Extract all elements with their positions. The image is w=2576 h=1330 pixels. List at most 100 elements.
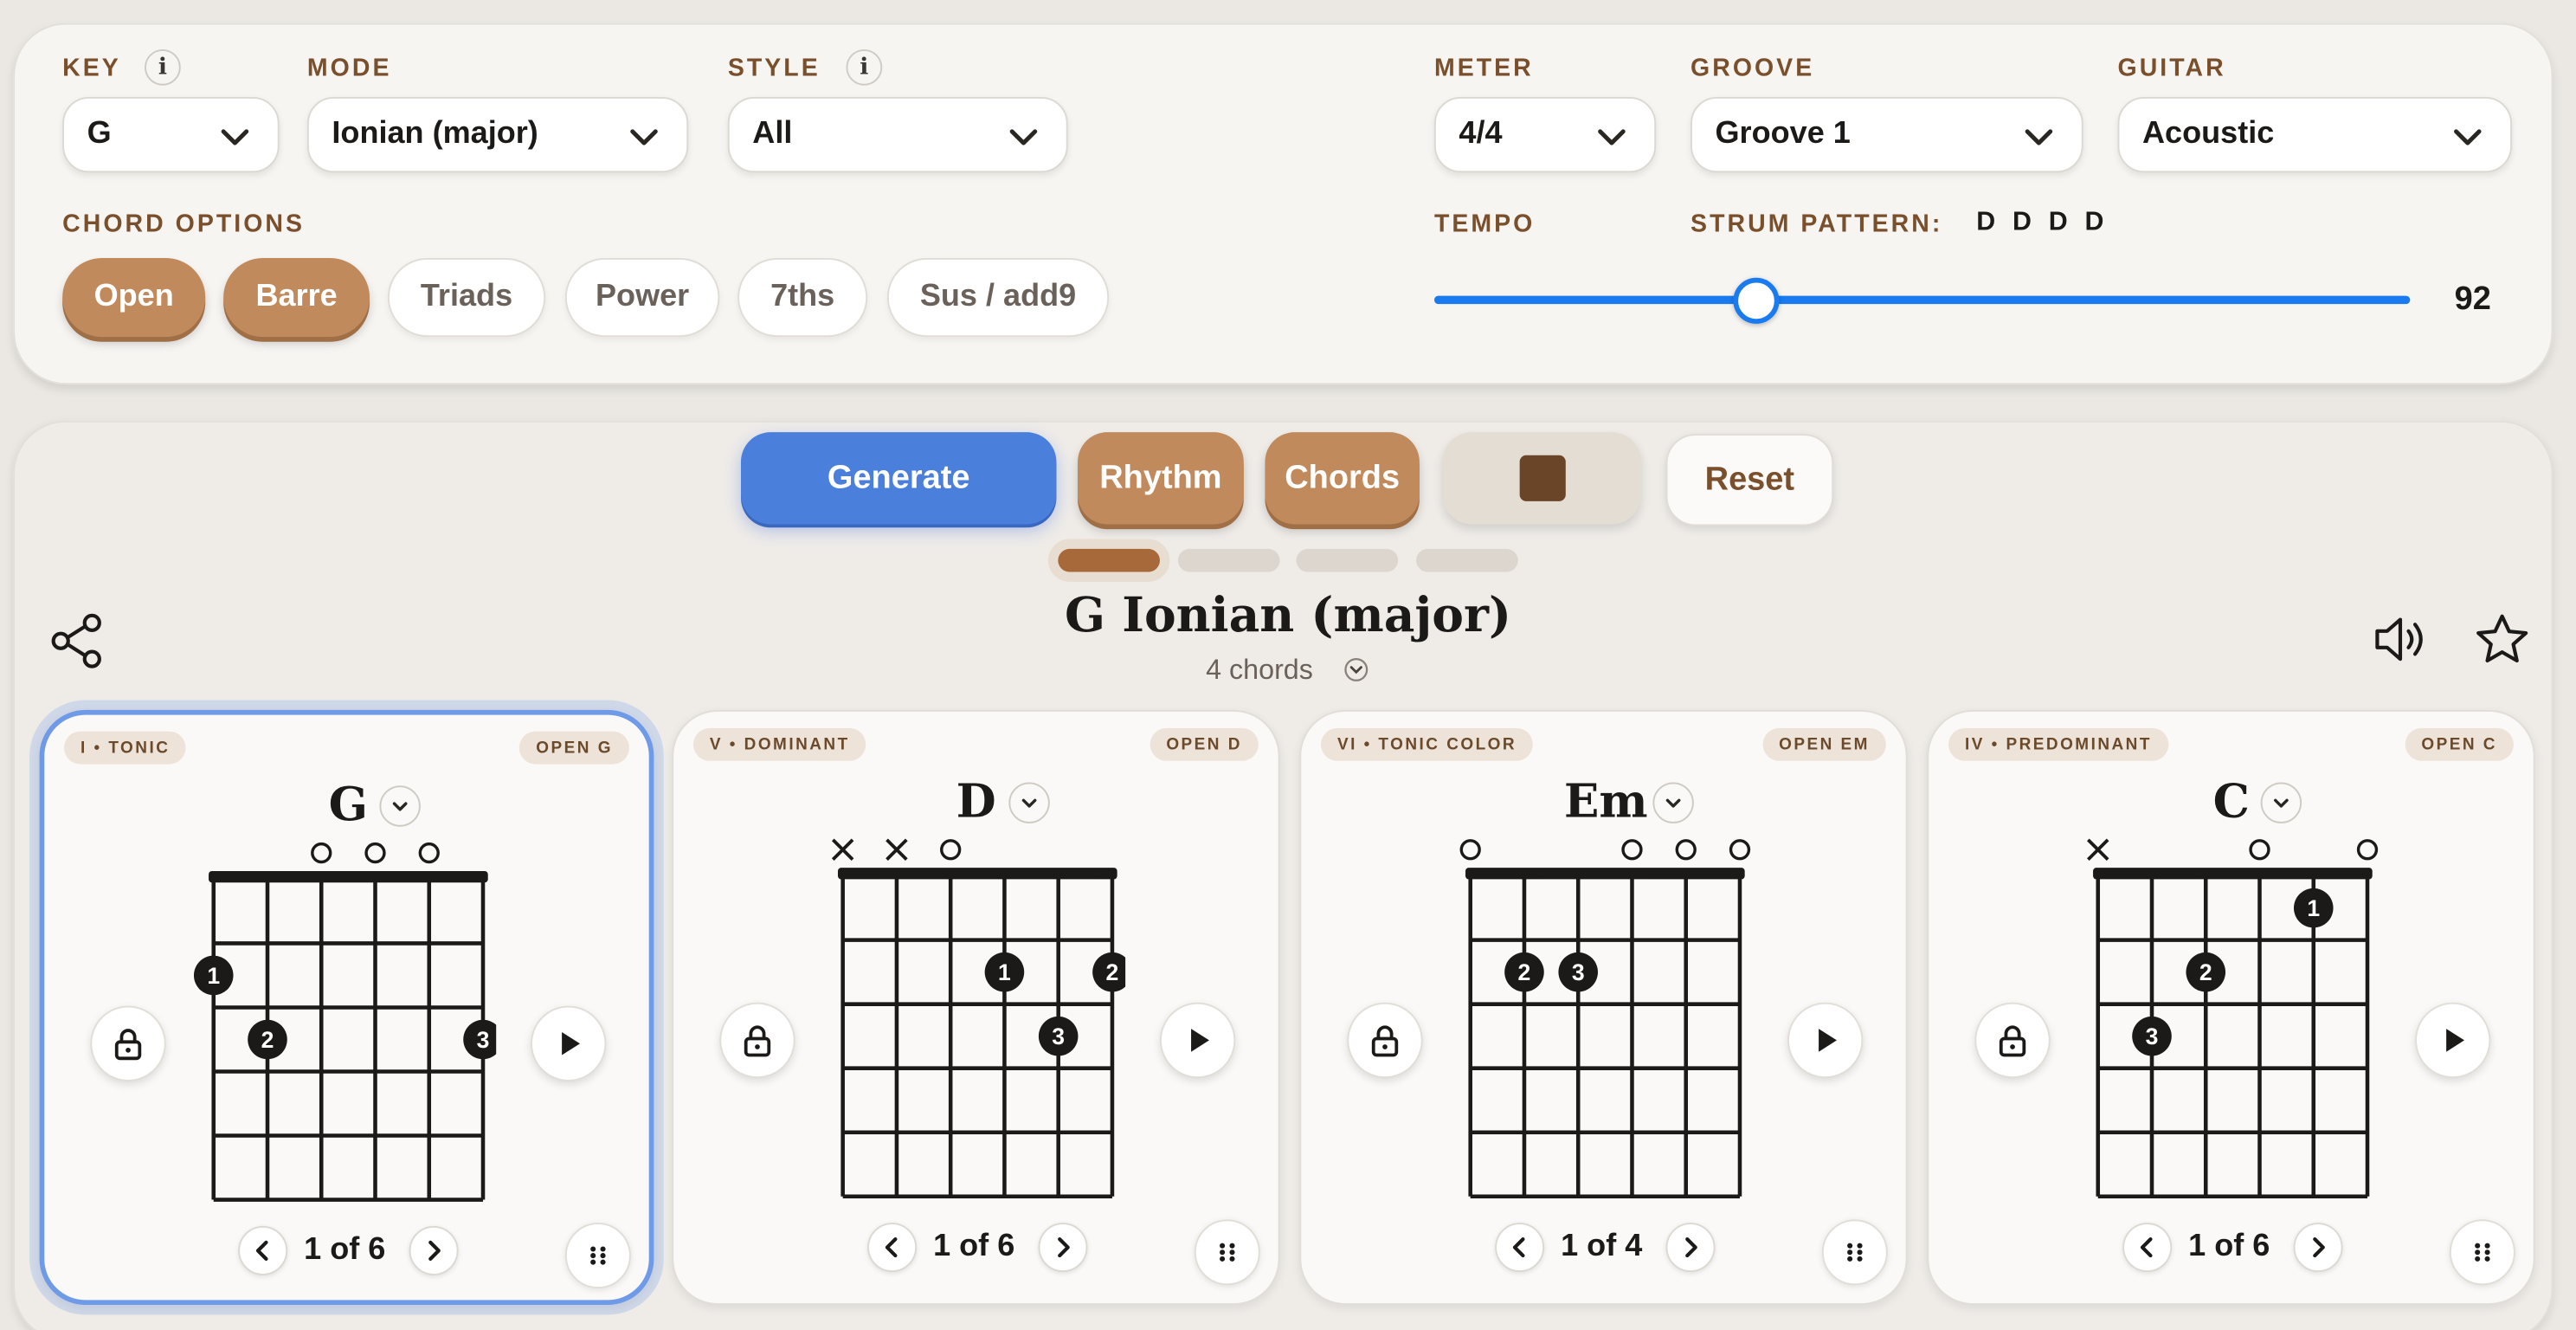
- chord-menu-button[interactable]: [1008, 782, 1050, 823]
- chord-voicing-tag: OPEN D: [1150, 727, 1259, 761]
- chord-card[interactable]: V • DOMINANT OPEN D D 1 2 3 1 of 6: [672, 709, 1280, 1306]
- play-button[interactable]: [1787, 1002, 1864, 1079]
- muted-string-marker: [886, 838, 908, 861]
- chords-button[interactable]: Chords: [1265, 432, 1420, 525]
- chevron-right-icon: [428, 1240, 441, 1261]
- style-info-icon[interactable]: i: [846, 48, 883, 86]
- chord-menu-button[interactable]: [1652, 782, 1694, 823]
- pager-dot[interactable]: [1416, 548, 1518, 572]
- reset-button[interactable]: Reset: [1665, 434, 1834, 526]
- next-voicing-button[interactable]: [1665, 1223, 1716, 1273]
- open-string-marker: [418, 842, 440, 864]
- finger-number: 3: [1052, 1023, 1065, 1049]
- play-icon: [1819, 1029, 1837, 1052]
- pager-dot[interactable]: [1296, 548, 1399, 572]
- lock-button[interactable]: [719, 1002, 795, 1079]
- style-select[interactable]: All: [727, 96, 1068, 173]
- star-icon[interactable]: [2474, 613, 2530, 666]
- play-button[interactable]: [1159, 1002, 1236, 1079]
- chord-name: G: [328, 777, 369, 832]
- chord-option-triads[interactable]: Triads: [387, 257, 546, 338]
- previous-voicing-button[interactable]: [867, 1223, 918, 1273]
- chevron-down-icon: [1598, 129, 1626, 145]
- previous-voicing-button[interactable]: [2122, 1223, 2173, 1273]
- play-button[interactable]: [531, 1005, 607, 1081]
- chord-card[interactable]: IV • PREDOMINANT OPEN C C 1 2 3 1 of 6: [1927, 709, 2535, 1306]
- key-select-value: G: [87, 116, 112, 152]
- chevron-down-icon: [2274, 798, 2289, 808]
- chevron-down-icon: [630, 129, 658, 145]
- finger-dot: 1: [193, 955, 234, 996]
- key-select[interactable]: G: [62, 96, 280, 173]
- finger-number: 3: [477, 1027, 490, 1053]
- open-string-marker: [1729, 839, 1751, 861]
- next-voicing-button[interactable]: [409, 1225, 459, 1275]
- finger-dot: 2: [248, 1019, 287, 1060]
- chord-card[interactable]: I • TONIC OPEN G G 1 2 3 1 of 6: [39, 709, 654, 1306]
- tempo-value: 92: [2454, 281, 2491, 318]
- lock-button[interactable]: [90, 1005, 166, 1081]
- chord-menu-button[interactable]: [379, 785, 421, 827]
- chord-card[interactable]: VI • TONIC COLOR OPEN EM Em 2 3 1 of 4: [1299, 709, 1908, 1306]
- chevron-right-icon: [2313, 1237, 2325, 1258]
- grip-icon: [1220, 1243, 1235, 1262]
- chord-option-sus-add9[interactable]: Sus / add9: [886, 257, 1110, 338]
- chord-option-7ths[interactable]: 7ths: [737, 257, 868, 338]
- key-info-icon[interactable]: i: [145, 48, 181, 86]
- rhythm-button[interactable]: Rhythm: [1078, 432, 1244, 525]
- chevron-down-icon: [392, 802, 408, 811]
- muted-string-marker: [2087, 838, 2109, 861]
- generate-button[interactable]: Generate: [740, 432, 1057, 525]
- chevron-left-icon: [255, 1240, 268, 1261]
- chevron-right-icon: [1685, 1237, 1697, 1258]
- open-string-marker: [1621, 839, 1643, 861]
- chord-menu-button[interactable]: [2260, 782, 2302, 823]
- chevron-down-icon: [2025, 129, 2053, 145]
- chord-diagram: 1 2 3: [2087, 838, 2379, 1199]
- chord-option-power[interactable]: Power: [564, 257, 720, 338]
- chord-option-open[interactable]: Open: [62, 257, 206, 338]
- chevron-down-icon[interactable]: [1344, 657, 1368, 681]
- pager-dot[interactable]: [1177, 548, 1280, 572]
- play-button[interactable]: [2415, 1002, 2491, 1079]
- finger-number: 3: [2146, 1023, 2159, 1049]
- meter-label: METER: [1433, 54, 1534, 82]
- finger-dot: 2: [1092, 952, 1126, 992]
- next-voicing-button[interactable]: [1038, 1223, 1088, 1273]
- drag-handle[interactable]: [564, 1223, 631, 1289]
- previous-voicing-button[interactable]: [1495, 1223, 1545, 1273]
- key-label: KEY: [62, 54, 121, 82]
- chevron-down-icon: [1021, 798, 1037, 808]
- chevron-down-icon: [221, 129, 249, 145]
- finger-number: 2: [1106, 959, 1119, 985]
- tempo-slider[interactable]: [1433, 295, 2411, 305]
- lock-button[interactable]: [1347, 1002, 1423, 1079]
- stop-button[interactable]: [1442, 432, 1642, 525]
- meter-select[interactable]: 4/4: [1433, 96, 1657, 173]
- mode-select-value: Ionian (major): [332, 116, 538, 152]
- speaker-icon[interactable]: [2373, 613, 2429, 666]
- mode-select[interactable]: Ionian (major): [306, 96, 689, 173]
- finger-number: 1: [998, 959, 1011, 985]
- drag-handle[interactable]: [2449, 1219, 2515, 1286]
- tempo-slider-thumb[interactable]: [1733, 277, 1780, 324]
- open-string-marker: [1675, 839, 1697, 861]
- next-voicing-button[interactable]: [2293, 1223, 2343, 1273]
- chord-voicing-tag: OPEN C: [2405, 727, 2514, 761]
- nut: [2093, 868, 2373, 880]
- groove-select[interactable]: Groove 1: [1690, 96, 2083, 173]
- drag-handle[interactable]: [1194, 1219, 1260, 1286]
- chord-count[interactable]: 4 chords: [1206, 654, 1313, 687]
- tempo-label: TEMPO: [1433, 210, 1536, 239]
- pager-dot[interactable]: [1058, 548, 1160, 572]
- drag-handle[interactable]: [1821, 1219, 1888, 1286]
- strum-pattern-label: STRUM PATTERN:: [1690, 210, 1943, 239]
- lock-button[interactable]: [1974, 1002, 2051, 1079]
- guitar-select[interactable]: Acoustic: [2117, 96, 2513, 173]
- chord-name: C: [2212, 773, 2250, 829]
- grip-icon: [590, 1246, 606, 1265]
- previous-voicing-button[interactable]: [238, 1225, 288, 1275]
- chord-option-barre[interactable]: Barre: [223, 257, 370, 338]
- progression-pager: [1045, 533, 1531, 582]
- finger-number: 2: [1518, 959, 1531, 985]
